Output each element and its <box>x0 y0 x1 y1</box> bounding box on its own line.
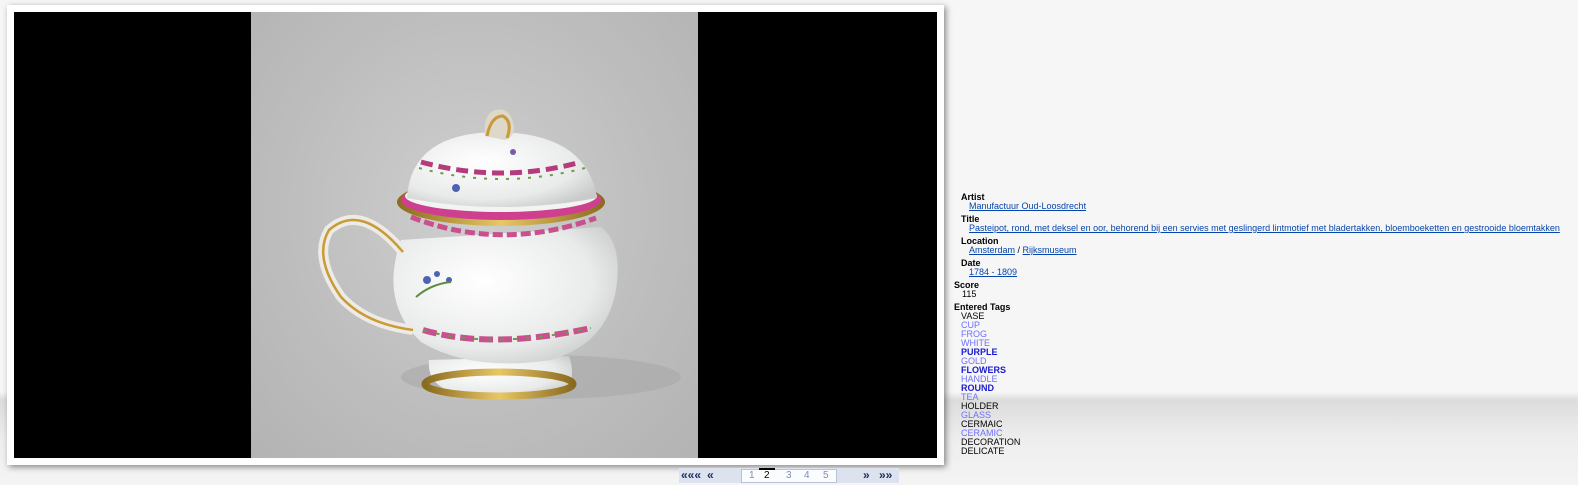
location-museum-link[interactable]: Rijksmuseum <box>1023 245 1077 255</box>
artist-link[interactable]: Manufactuur Oud-Loosdrecht <box>969 201 1086 211</box>
current-page[interactable]: 2 <box>759 468 775 482</box>
title-link[interactable]: Pasteipot, rond, met deksel en oor, beho… <box>969 223 1560 233</box>
tag-item[interactable]: FROG <box>961 330 1560 339</box>
page-link[interactable]: 5 <box>823 470 829 482</box>
tag-item: DELICATE <box>961 446 1005 456</box>
image-viewer <box>14 12 937 458</box>
tag-item: HOLDER <box>961 401 999 411</box>
date-label: Date <box>961 258 981 268</box>
tag-item[interactable]: ROUND <box>961 384 1560 393</box>
page-numbers: 1 2 3 4 5 <box>741 468 837 483</box>
score-label: Score <box>954 280 980 290</box>
previous-page-button[interactable]: « <box>707 468 714 482</box>
date-link[interactable]: 1784 - 1809 <box>969 267 1017 277</box>
tag-item[interactable]: FLOWERS <box>961 366 1560 375</box>
tag-item: VASE <box>961 311 985 321</box>
tags-label: Entered Tags <box>954 302 1011 312</box>
tag-item: DECORATION <box>961 437 1021 447</box>
artwork-info-panel: Artist Manufactuur Oud-Loosdrecht Title … <box>954 193 1560 456</box>
location-city-link[interactable]: Amsterdam <box>969 245 1015 255</box>
tag-item[interactable]: WHITE <box>961 339 1560 348</box>
tag-item[interactable]: CERAMIC <box>961 429 1560 438</box>
page-link[interactable]: 4 <box>804 470 810 482</box>
tag-item[interactable]: PURPLE <box>961 348 1560 357</box>
page-link[interactable]: 1 <box>749 470 755 482</box>
tag-list: VASE CUP FROG WHITE PURPLE GOLD FLOWERS HANDLE R… <box>954 312 1560 456</box>
artwork-image[interactable] <box>251 12 698 458</box>
first-page-button[interactable]: ««« <box>681 468 701 482</box>
tag-item[interactable]: GLASS <box>961 411 1560 420</box>
tag-item[interactable]: CUP <box>961 321 1560 330</box>
score-value: 115 <box>962 289 977 299</box>
tag-item[interactable]: TEA <box>961 393 1560 402</box>
tag-item[interactable]: GOLD <box>961 357 1560 366</box>
next-page-button[interactable]: » <box>863 468 870 482</box>
page-link[interactable]: 3 <box>786 470 792 482</box>
image-frame <box>7 5 944 465</box>
tag-item: CERMAIC <box>961 419 1003 429</box>
pagination: ««« « 1 2 3 4 5 » »» <box>679 468 899 483</box>
location-separator: / <box>1015 245 1023 255</box>
tag-item[interactable]: HANDLE <box>961 375 1560 384</box>
last-page-button[interactable]: »» <box>879 468 892 482</box>
